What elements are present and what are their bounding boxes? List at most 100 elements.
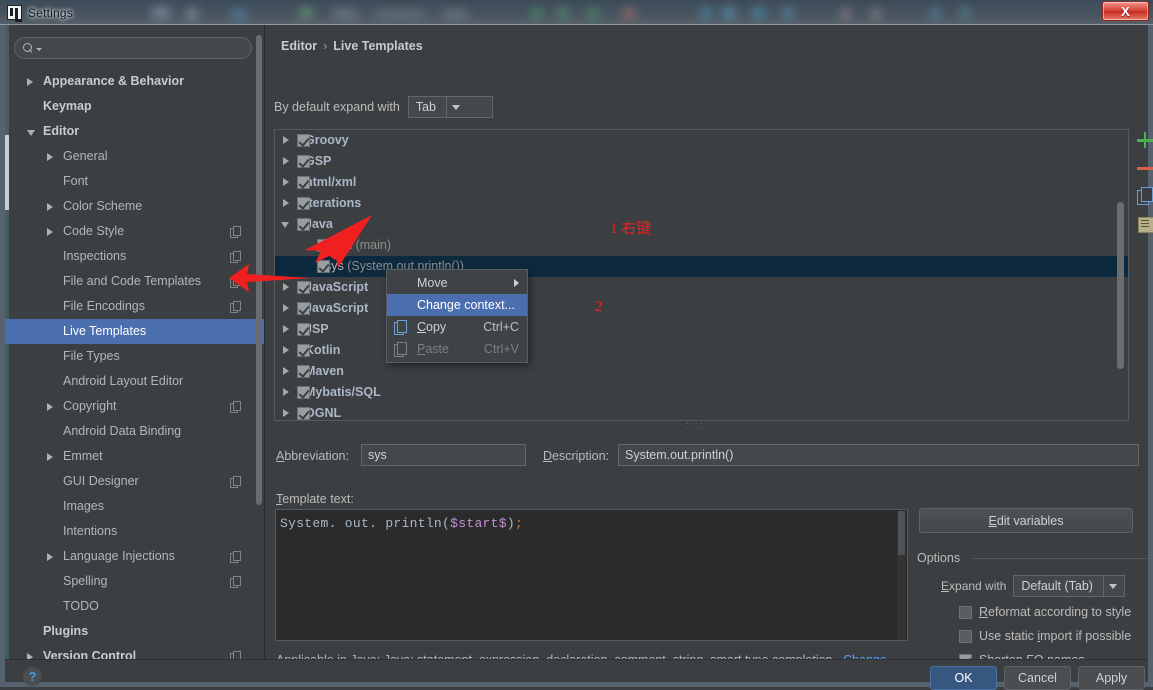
settings-tree[interactable]: Appearance & Behavior Keymap Editor General…	[5, 69, 264, 659]
template-row[interactable]: Mybatis/SQL	[275, 382, 1128, 403]
abbreviation-label: Abbreviation:	[276, 449, 349, 463]
chevron-right-icon[interactable]	[283, 409, 289, 417]
sidebar-item-intentions[interactable]: Intentions	[5, 519, 264, 544]
chevron-right-icon[interactable]	[47, 228, 53, 236]
template-enabled-checkbox[interactable]	[297, 386, 310, 399]
template-enabled-checkbox[interactable]	[297, 155, 310, 168]
template-enabled-checkbox[interactable]	[297, 176, 310, 189]
template-row[interactable]: html/xml	[275, 172, 1128, 193]
close-window-button[interactable]: X	[1102, 1, 1149, 21]
templates-tree-scrollbar-thumb[interactable]	[1117, 202, 1124, 369]
add-template-button[interactable]	[1134, 129, 1153, 151]
sidebar-item-live-templates[interactable]: Live Templates	[5, 319, 264, 344]
sidebar-item-plugins[interactable]: Plugins	[5, 619, 264, 644]
chevron-right-icon[interactable]	[283, 157, 289, 165]
chevron-right-icon[interactable]	[283, 304, 289, 312]
duplicate-template-button[interactable]	[1134, 185, 1153, 207]
breadcrumb-parent[interactable]: Editor	[281, 39, 317, 53]
sidebar-item-todo[interactable]: TODO	[5, 594, 264, 619]
template-row[interactable]: main (main)	[275, 235, 1128, 256]
context-menu-item-paste[interactable]: Paste Ctrl+V	[387, 338, 527, 360]
sidebar-item-gui-designer[interactable]: GUI Designer	[5, 469, 264, 494]
template-enabled-checkbox[interactable]	[317, 260, 330, 273]
abbreviation-input[interactable]: sys	[361, 444, 526, 466]
chevron-right-icon[interactable]	[47, 453, 53, 461]
sidebar-item-code-style[interactable]: Code Style	[5, 219, 264, 244]
template-row[interactable]: Groovy	[275, 130, 1128, 151]
chevron-right-icon[interactable]	[283, 388, 289, 396]
template-enabled-checkbox[interactable]	[297, 407, 310, 420]
chevron-right-icon[interactable]	[47, 203, 53, 211]
sidebar-item-keymap[interactable]: Keymap	[5, 94, 264, 119]
default-expand-with-dropdown[interactable]: Tab	[407, 96, 493, 118]
template-enabled-checkbox[interactable]	[297, 365, 310, 378]
chevron-right-icon[interactable]	[283, 283, 289, 291]
template-editor-scrollbar[interactable]	[897, 511, 906, 640]
chevron-right-icon[interactable]	[283, 178, 289, 186]
context-menu-item-move[interactable]: Move	[387, 272, 527, 294]
sidebar-item-font[interactable]: Font	[5, 169, 264, 194]
chevron-right-icon[interactable]	[283, 199, 289, 207]
chevron-right-icon[interactable]	[47, 553, 53, 561]
template-text-editor[interactable]: System. out. println($start$);	[275, 509, 908, 641]
sidebar-item-inspections[interactable]: Inspections	[5, 244, 264, 269]
chevron-right-icon[interactable]	[27, 78, 33, 86]
remove-template-button[interactable]	[1134, 157, 1153, 179]
context-menu[interactable]: Move Change context... Copy Ctrl+C Paste Ctrl…	[386, 269, 528, 363]
splitter-grip[interactable]: ::::	[686, 421, 712, 430]
template-enabled-checkbox[interactable]	[297, 197, 310, 210]
template-enabled-checkbox[interactable]	[297, 302, 310, 315]
use-static-import-checkbox[interactable]: Use static import if possible	[959, 629, 1131, 643]
chevron-down-icon[interactable]	[281, 222, 289, 228]
template-row[interactable]: OGNL	[275, 403, 1128, 420]
sidebar-item-copyright[interactable]: Copyright	[5, 394, 264, 419]
template-enabled-checkbox[interactable]	[297, 323, 310, 336]
chevron-right-icon[interactable]	[283, 346, 289, 354]
template-enabled-checkbox[interactable]	[297, 218, 310, 231]
sidebar-item-emmet[interactable]: Emmet	[5, 444, 264, 469]
sidebar-item-android-data-binding[interactable]: Android Data Binding	[5, 419, 264, 444]
template-row[interactable]: iterations	[275, 193, 1128, 214]
template-editor-scrollbar-thumb[interactable]	[898, 511, 905, 555]
template-enabled-checkbox[interactable]	[297, 281, 310, 294]
sidebar-item-spelling[interactable]: Spelling	[5, 569, 264, 594]
ok-button[interactable]: OK	[930, 666, 997, 690]
chevron-right-icon[interactable]	[47, 403, 53, 411]
template-row[interactable]: Maven	[275, 361, 1128, 382]
template-enabled-checkbox[interactable]	[297, 344, 310, 357]
window-title-bar[interactable]: Settings X	[0, 0, 1153, 25]
sidebar-item-version-control[interactable]: Version Control	[5, 644, 264, 659]
settings-search[interactable]	[14, 37, 252, 59]
sidebar-item-file-types[interactable]: File Types	[5, 344, 264, 369]
description-input[interactable]: System.out.println()	[618, 444, 1139, 466]
sidebar-item-editor[interactable]: Editor	[5, 119, 264, 144]
cancel-button[interactable]: Cancel	[1004, 666, 1071, 690]
sidebar-item-general[interactable]: General	[5, 144, 264, 169]
template-enabled-checkbox[interactable]	[317, 239, 330, 252]
chevron-right-icon[interactable]	[283, 325, 289, 333]
context-menu-item-copy[interactable]: Copy Ctrl+C	[387, 316, 527, 338]
edit-variables-button[interactable]: Edit variables	[919, 508, 1133, 533]
apply-button[interactable]: Apply	[1078, 666, 1145, 690]
sidebar-item-images[interactable]: Images	[5, 494, 264, 519]
help-button[interactable]: ?	[23, 667, 42, 686]
sidebar-item-language-injections[interactable]: Language Injections	[5, 544, 264, 569]
template-group-button[interactable]	[1134, 213, 1153, 235]
chevron-right-icon[interactable]	[283, 136, 289, 144]
sidebar-item-file-and-code-templates[interactable]: File and Code Templates	[5, 269, 264, 294]
sidebar-item-file-encodings[interactable]: File Encodings	[5, 294, 264, 319]
chevron-right-icon[interactable]	[283, 367, 289, 375]
sidebar-item-color-scheme[interactable]: Color Scheme	[5, 194, 264, 219]
template-enabled-checkbox[interactable]	[297, 134, 310, 147]
search-input[interactable]	[14, 37, 252, 59]
expand-with-dropdown[interactable]: Default (Tab)	[1013, 575, 1126, 597]
chevron-right-icon[interactable]	[47, 153, 53, 161]
sidebar-item-appearance-behavior[interactable]: Appearance & Behavior	[5, 69, 264, 94]
sidebar-scrollbar-thumb[interactable]	[256, 35, 262, 505]
template-row[interactable]: GSP	[275, 151, 1128, 172]
context-menu-item-change-context[interactable]: Change context...	[387, 294, 527, 316]
template-row[interactable]: Java	[275, 214, 1128, 235]
reformat-according-to-style-checkbox[interactable]: Reformat according to style	[959, 605, 1131, 619]
chevron-down-icon[interactable]	[27, 130, 35, 136]
sidebar-item-android-layout-editor[interactable]: Android Layout Editor	[5, 369, 264, 394]
